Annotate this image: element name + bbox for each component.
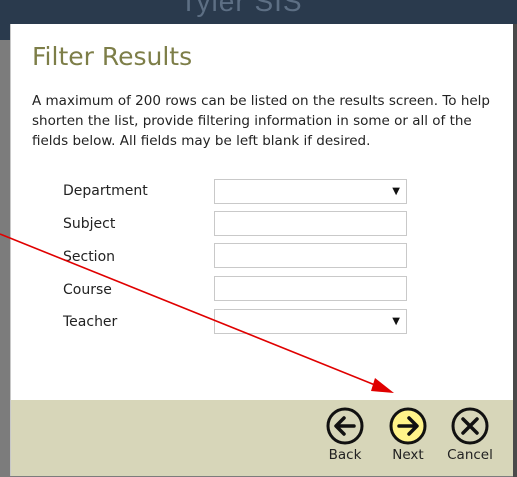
dropdown-arrow-icon: ▼ xyxy=(392,186,400,197)
window-shadow xyxy=(513,24,517,477)
dialog-title: Filter Results xyxy=(32,42,193,71)
section-input[interactable] xyxy=(214,243,407,268)
section-label: Section xyxy=(63,249,116,265)
department-label: Department xyxy=(63,183,148,199)
subject-input[interactable] xyxy=(214,211,407,236)
course-label: Course xyxy=(63,282,112,298)
department-select[interactable]: ▼ xyxy=(214,179,407,204)
subject-label: Subject xyxy=(63,216,116,232)
cancel-button[interactable]: Cancel xyxy=(442,406,498,470)
course-input[interactable] xyxy=(214,276,407,301)
dialog-footer: Back Next Cancel xyxy=(11,400,514,476)
next-button[interactable]: Next xyxy=(380,406,436,470)
back-arrow-icon xyxy=(326,407,364,445)
next-label: Next xyxy=(392,447,424,463)
back-label: Back xyxy=(328,447,362,463)
filter-results-dialog: Filter Results A maximum of 200 rows can… xyxy=(10,24,515,476)
dropdown-arrow-icon: ▼ xyxy=(392,316,400,327)
cancel-x-icon xyxy=(451,407,489,445)
app-brand: Tyler SIS xyxy=(180,0,303,17)
cancel-label: Cancel xyxy=(447,447,493,463)
teacher-label: Teacher xyxy=(63,314,118,330)
back-button[interactable]: Back xyxy=(317,406,373,470)
teacher-select[interactable]: ▼ xyxy=(214,309,407,334)
dialog-description: A maximum of 200 rows can be listed on t… xyxy=(32,93,490,149)
next-arrow-icon xyxy=(389,407,427,445)
